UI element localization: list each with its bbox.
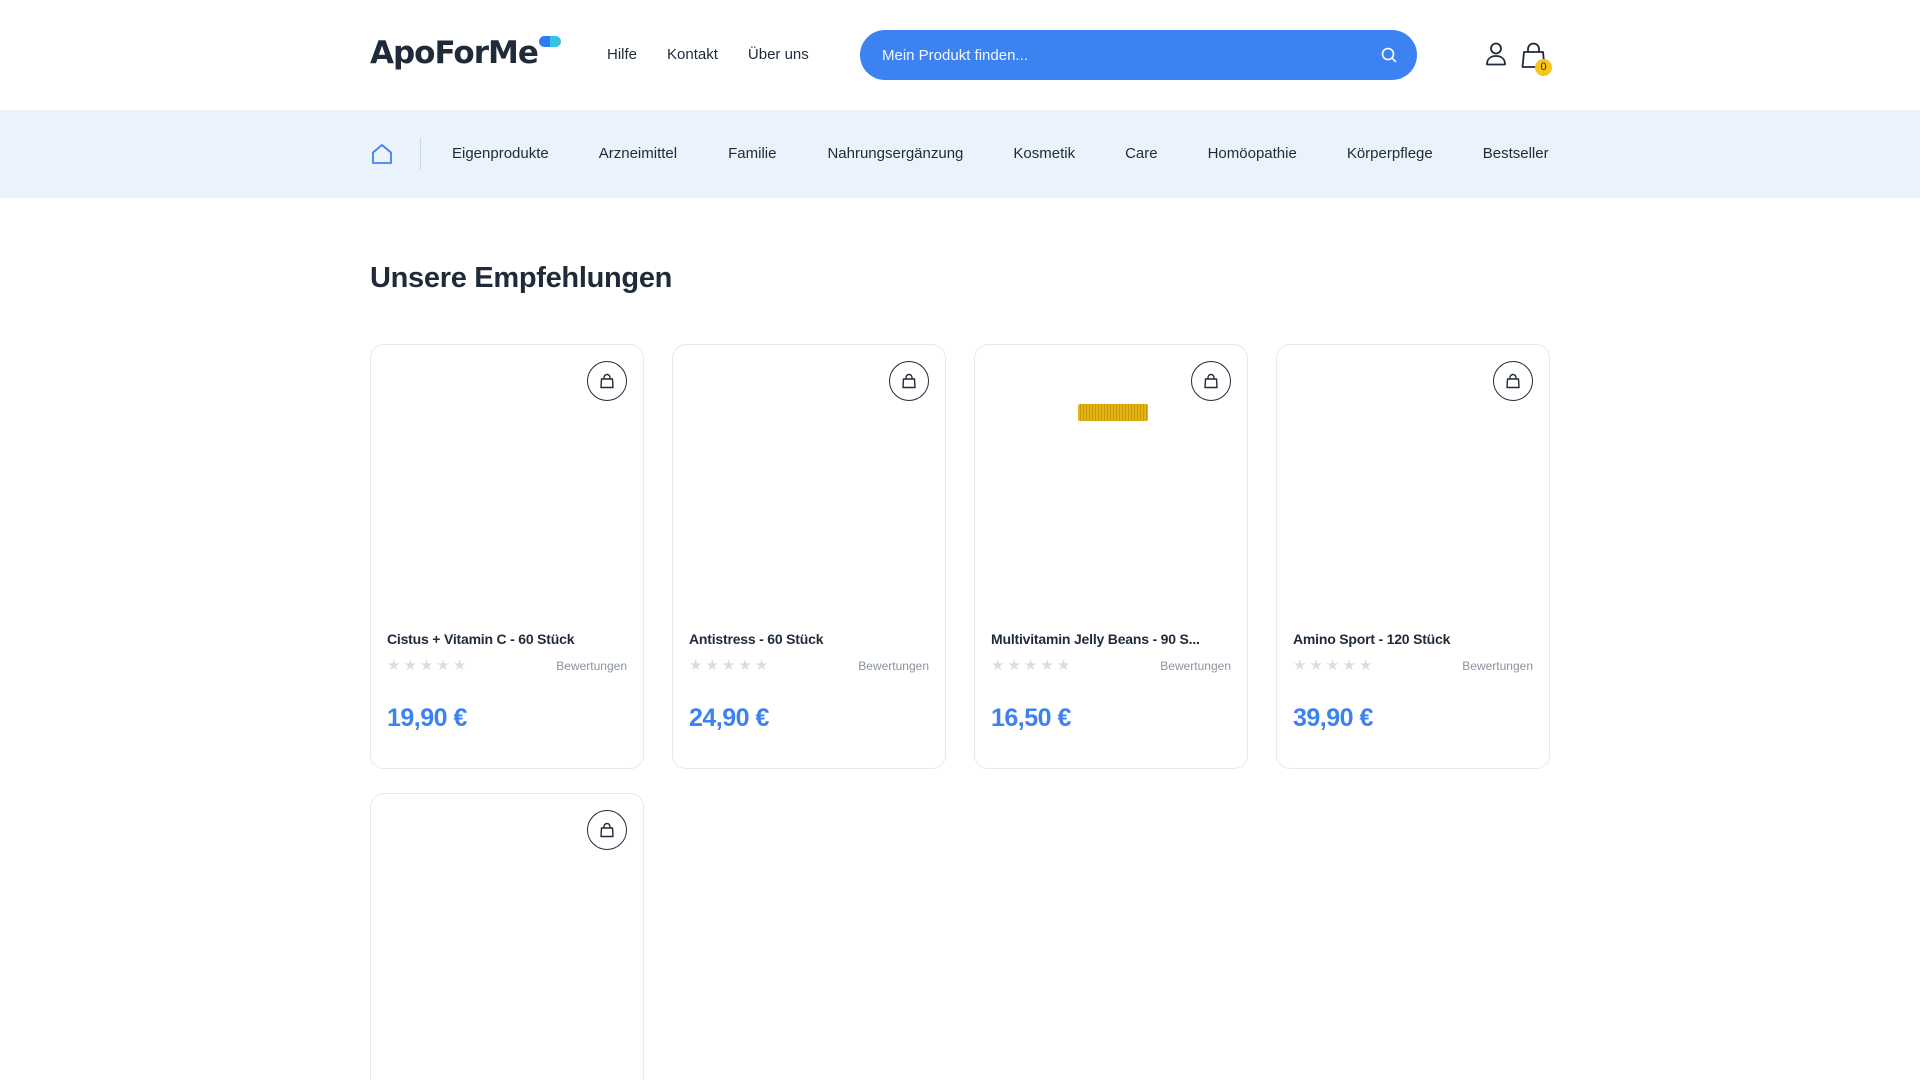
category-familie[interactable]: Familie: [728, 144, 776, 164]
star-icon: ★: [1342, 657, 1356, 674]
product-price: 24,90 €: [689, 704, 769, 732]
star-icon: ★: [738, 657, 752, 674]
product-card[interactable]: Amino Sport - 120 Stück ★ ★ ★ ★ ★ Bewertunge…: [1276, 344, 1550, 769]
site-header: ApoForMe Hilfe Kontakt Über uns 0: [0, 0, 1920, 110]
product-name[interactable]: Multivitamin Jelly Beans - 90 S...: [991, 631, 1231, 647]
user-icon[interactable]: [1484, 41, 1508, 67]
top-nav: Hilfe Kontakt Über uns: [607, 44, 839, 66]
star-icon: ★: [705, 657, 719, 674]
product-card[interactable]: [370, 793, 644, 1080]
category-nahrungsergaenzung[interactable]: Nahrungsergänzung: [827, 144, 963, 164]
star-icon: ★: [689, 657, 703, 674]
nav-link-ueber-uns[interactable]: Über uns: [748, 44, 809, 66]
add-to-cart-button[interactable]: [1493, 361, 1533, 401]
search-bar: [860, 30, 1417, 80]
rating-stars: ★ ★ ★ ★ ★: [991, 658, 1070, 673]
nav-link-hilfe[interactable]: Hilfe: [607, 44, 637, 66]
add-to-cart-button[interactable]: [587, 810, 627, 850]
category-eigenprodukte[interactable]: Eigenprodukte: [452, 144, 549, 164]
product-card[interactable]: Antistress - 60 Stück ★ ★ ★ ★ ★ Bewertungen …: [672, 344, 946, 769]
reviews-label: Bewertungen: [858, 659, 929, 673]
product-card[interactable]: Cistus + Vitamin C - 60 Stück ★ ★ ★ ★ ★ Bewe…: [370, 344, 644, 769]
shopping-bag-icon: [902, 373, 916, 389]
product-price: 39,90 €: [1293, 704, 1373, 732]
star-icon: ★: [403, 657, 417, 674]
category-arzneimittel[interactable]: Arzneimittel: [599, 144, 677, 164]
star-icon: ★: [1007, 657, 1021, 674]
category-care[interactable]: Care: [1125, 144, 1158, 164]
shopping-bag-icon: [600, 822, 614, 838]
reviews-label: Bewertungen: [1160, 659, 1231, 673]
star-icon: ★: [721, 657, 736, 674]
product-price: 19,90 €: [387, 704, 467, 732]
search-input[interactable]: [882, 30, 1352, 80]
star-icon: ★: [754, 657, 769, 674]
star-icon: ★: [1023, 657, 1038, 674]
add-to-cart-button[interactable]: [889, 361, 929, 401]
category-bar: Eigenprodukte Arzneimittel Familie Nahru…: [0, 110, 1920, 198]
product-name[interactable]: Cistus + Vitamin C - 60 Stück: [387, 631, 627, 647]
star-icon: ★: [991, 657, 1005, 674]
category-koerperpflege[interactable]: Körperpflege: [1347, 144, 1433, 164]
star-icon: ★: [1325, 657, 1340, 674]
shopping-bag-icon: [1506, 373, 1520, 389]
home-icon[interactable]: [370, 143, 394, 165]
star-icon: ★: [1040, 657, 1054, 674]
star-icon: ★: [452, 657, 467, 674]
star-icon: ★: [387, 657, 401, 674]
logo[interactable]: ApoForMe: [370, 32, 561, 74]
rating-stars: ★ ★ ★ ★ ★: [689, 658, 768, 673]
star-icon: ★: [1309, 657, 1323, 674]
nav-link-kontakt[interactable]: Kontakt: [667, 44, 718, 66]
rating-stars: ★ ★ ★ ★ ★: [1293, 658, 1372, 673]
rating-stars: ★ ★ ★ ★ ★: [387, 658, 466, 673]
star-icon: ★: [436, 657, 450, 674]
product-price: 16,50 €: [991, 704, 1071, 732]
product-name[interactable]: Antistress - 60 Stück: [689, 631, 929, 647]
logo-text: ApoForMe: [370, 35, 539, 71]
shopping-bag-icon: [600, 373, 614, 389]
star-icon: ★: [1056, 657, 1071, 674]
search-icon[interactable]: [1379, 45, 1399, 65]
product-card[interactable]: Multivitamin Jelly Beans - 90 S... ★ ★ ★ ★ ★…: [974, 344, 1248, 769]
product-name[interactable]: Amino Sport - 120 Stück: [1293, 631, 1533, 647]
category-divider: [420, 138, 421, 170]
category-homoeopathie[interactable]: Homöopathie: [1208, 144, 1297, 164]
section-title: Unsere Empfehlungen: [370, 262, 673, 294]
category-bestseller[interactable]: Bestseller: [1483, 144, 1549, 164]
shopping-bag-icon: [1204, 373, 1218, 389]
add-to-cart-button[interactable]: [587, 361, 627, 401]
product-jar-lid: [1078, 404, 1148, 421]
category-list: Eigenprodukte Arzneimittel Familie Nahru…: [452, 144, 1549, 164]
reviews-label: Bewertungen: [1462, 659, 1533, 673]
star-icon: ★: [1358, 657, 1373, 674]
add-to-cart-button[interactable]: [1191, 361, 1231, 401]
star-icon: ★: [1293, 657, 1307, 674]
star-icon: ★: [419, 657, 434, 674]
reviews-label: Bewertungen: [556, 659, 627, 673]
category-kosmetik[interactable]: Kosmetik: [1013, 144, 1075, 164]
cart-count-badge: 0: [1535, 59, 1552, 76]
logo-pill-icon: [538, 36, 561, 50]
